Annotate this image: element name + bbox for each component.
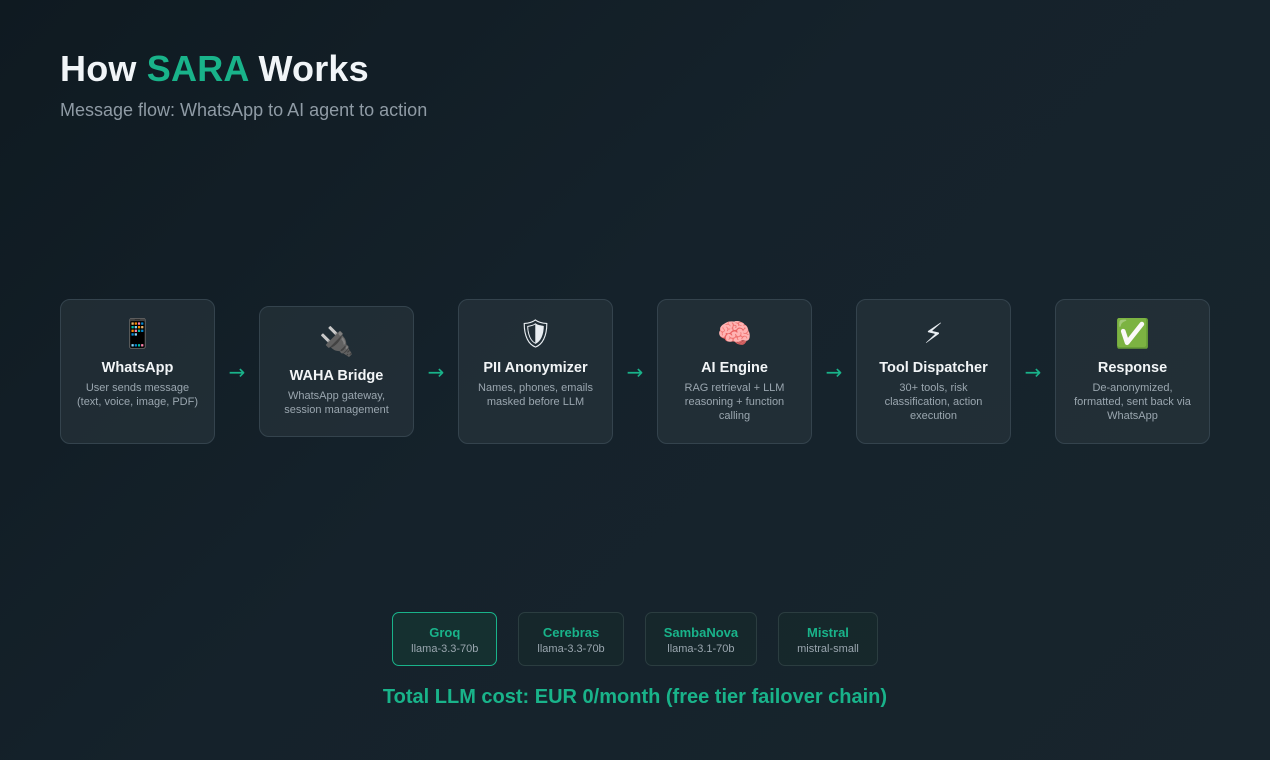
lightning-icon: ⚡ xyxy=(923,317,944,350)
flow-step-ai-engine: 🧠 AI Engine RAG retrieval + LLM reasonin… xyxy=(657,299,812,444)
title-suffix: Works xyxy=(248,48,369,89)
flow-arrow: → xyxy=(228,359,246,384)
flow-step-name: AI Engine xyxy=(701,360,768,376)
flow-step-desc: WhatsApp gateway, session management xyxy=(284,390,389,416)
flow-arrow: → xyxy=(626,359,644,384)
mobile-phone-icon: 📱 xyxy=(120,317,155,350)
flow-step-response: ✅ Response De-anonymized, formatted, sen… xyxy=(1055,299,1210,444)
flow-step-desc: Names, phones, emails masked before LLM xyxy=(478,382,593,408)
provider-name: SambaNova xyxy=(663,625,739,640)
brain-icon: 🧠 xyxy=(717,317,752,350)
provider-model: llama-3.3-70b xyxy=(537,643,605,655)
flow-step-name: Response xyxy=(1097,360,1168,376)
total-llm-cost: Total LLM cost: EUR 0/month (free tier f… xyxy=(382,686,888,708)
provider-model: llama-3.3-70b xyxy=(411,643,479,655)
llm-provider-list: Groq llama-3.3-70b Cerebras llama-3.3-70… xyxy=(0,612,1270,666)
title-accent: SARA xyxy=(146,48,249,89)
provider-name: Cerebras xyxy=(542,625,600,640)
title-prefix: How xyxy=(60,48,147,89)
provider-model: mistral-small xyxy=(797,643,859,655)
flow-arrow: → xyxy=(427,359,445,384)
provider-name: Groq xyxy=(429,625,461,640)
flow-step-tool-dispatcher: ⚡ Tool Dispatcher 30+ tools, risk classi… xyxy=(856,299,1011,444)
flow-arrow: → xyxy=(825,359,843,384)
flow-step-desc: RAG retrieval + LLM reasoning + function… xyxy=(684,382,785,422)
shield-icon: 🛡 xyxy=(517,317,554,350)
provider-name: Mistral xyxy=(807,625,849,640)
flow-step-whatsapp: 📱 WhatsApp User sends message (text, voi… xyxy=(60,299,215,444)
flow-step-desc: User sends message (text, voice, image, … xyxy=(76,382,199,408)
flow-step-name: PII Anonymizer xyxy=(483,360,588,376)
page-subtitle: Message flow: WhatsApp to AI agent to ac… xyxy=(60,100,428,120)
flow-arrow: → xyxy=(1024,359,1042,384)
flow-step-name: WhatsApp xyxy=(101,360,174,376)
provider-sambanova: SambaNova llama-3.1-70b xyxy=(644,612,758,666)
plug-icon: 🔌 xyxy=(319,325,354,358)
flow-step-name: Tool Dispatcher xyxy=(879,360,988,376)
provider-cerebras: Cerebras llama-3.3-70b xyxy=(518,612,624,666)
flow-step-waha-bridge: 🔌 WAHA Bridge WhatsApp gateway, session … xyxy=(259,306,414,437)
provider-mistral: Mistral mistral-small xyxy=(778,612,878,666)
provider-groq: Groq llama-3.3-70b xyxy=(392,612,498,666)
provider-model: llama-3.1-70b xyxy=(667,643,735,655)
flow-step-name: WAHA Bridge xyxy=(289,368,384,384)
flow-step-desc: De-anonymized, formatted, sent back via … xyxy=(1074,382,1191,422)
message-flow: 📱 WhatsApp User sends message (text, voi… xyxy=(60,299,1210,444)
page-title: How SARA Works xyxy=(60,48,369,90)
flow-step-pii-anonymizer: 🛡 PII Anonymizer Names, phones, emails m… xyxy=(458,299,613,444)
flow-step-desc: 30+ tools, risk classification, action e… xyxy=(884,382,983,422)
check-mark-icon: ✅ xyxy=(1115,317,1150,350)
